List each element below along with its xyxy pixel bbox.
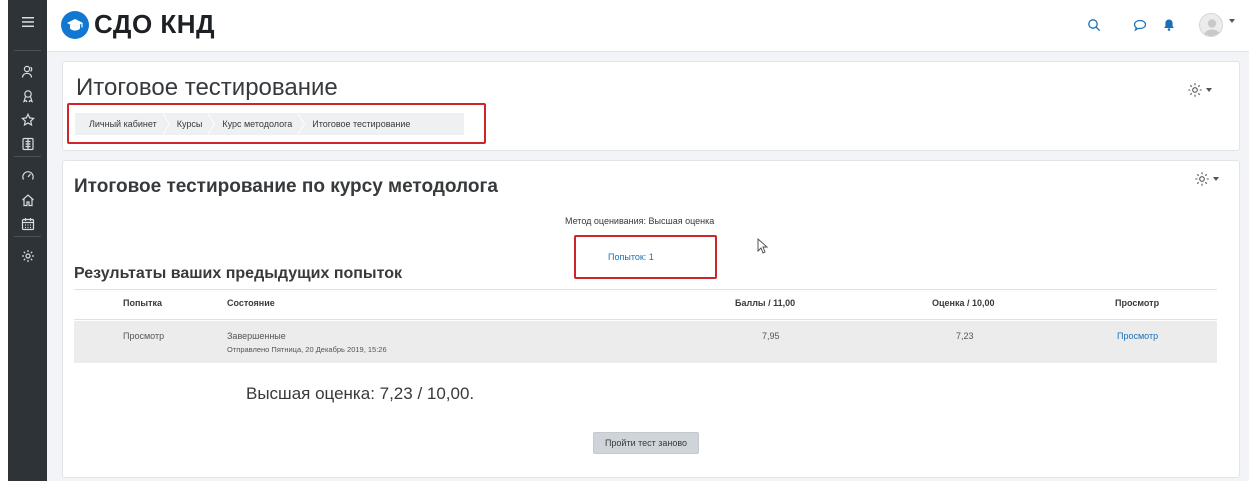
search-icon[interactable] xyxy=(1083,14,1105,36)
messages-icon[interactable] xyxy=(1129,14,1151,36)
grades-icon[interactable] xyxy=(8,133,47,155)
cell-marks: 7,95 xyxy=(762,331,780,341)
column-header-review: Просмотр xyxy=(1115,298,1160,308)
user-avatar-icon[interactable] xyxy=(1199,13,1223,37)
badges-icon[interactable] xyxy=(8,85,47,107)
left-sidebar xyxy=(8,0,47,481)
cell-submitted-date: Отправлено Пятница, 20 Декабрь 2019, 15:… xyxy=(227,345,387,354)
top-navbar: СДО КНД xyxy=(47,0,1249,52)
cell-grade: 7,23 xyxy=(956,331,974,341)
star-icon[interactable] xyxy=(8,109,47,131)
home-icon[interactable] xyxy=(8,189,47,211)
header-settings-button[interactable] xyxy=(1187,82,1212,98)
cell-review-link[interactable]: Просмотр xyxy=(1117,331,1158,341)
column-header-state: Состояние xyxy=(227,298,275,308)
table-header-border xyxy=(74,319,1217,320)
calendar-icon[interactable] xyxy=(8,213,47,235)
site-name[interactable]: СДО КНД xyxy=(94,9,215,40)
settings-icon[interactable] xyxy=(8,245,47,267)
logo-icon[interactable] xyxy=(61,11,89,39)
retake-quiz-button[interactable]: Пройти тест заново xyxy=(593,432,699,454)
results-heading: Результаты ваших предыдущих попыток xyxy=(74,265,402,282)
dashboard-icon[interactable] xyxy=(8,165,47,187)
table-top-border xyxy=(74,289,1217,290)
sidebar-divider xyxy=(14,156,41,157)
table-row xyxy=(74,321,1217,363)
mouse-cursor-icon xyxy=(757,238,769,254)
caret-down-icon xyxy=(1213,177,1219,181)
gear-icon xyxy=(1195,172,1209,186)
gear-icon xyxy=(1188,83,1202,97)
column-header-attempt: Попытка xyxy=(123,298,163,308)
quiz-settings-button[interactable] xyxy=(1194,171,1219,187)
sidebar-divider xyxy=(14,50,41,51)
column-header-grade: Оценка / 10,00 xyxy=(932,298,995,308)
notifications-icon[interactable] xyxy=(1158,14,1180,36)
sidebar-divider xyxy=(14,236,41,237)
participants-icon[interactable] xyxy=(8,61,47,83)
caret-down-icon xyxy=(1206,88,1212,92)
menu-icon[interactable] xyxy=(8,11,47,33)
quiz-title: Итоговое тестирование по курсу методолог… xyxy=(74,176,498,197)
grading-method: Метод оценивания: Высшая оценка xyxy=(565,216,715,226)
cell-state: Завершенные xyxy=(227,331,286,341)
page-title: Итоговое тестирование xyxy=(76,74,338,101)
breadcrumb-highlight-box xyxy=(67,103,486,144)
best-grade-summary: Высшая оценка: 7,23 / 10,00. xyxy=(246,384,475,403)
cell-attempt: Просмотр xyxy=(123,331,165,341)
column-header-marks: Баллы / 11,00 xyxy=(735,298,796,308)
user-menu-caret-icon[interactable] xyxy=(1229,19,1235,23)
attempts-highlight-box xyxy=(574,235,717,279)
